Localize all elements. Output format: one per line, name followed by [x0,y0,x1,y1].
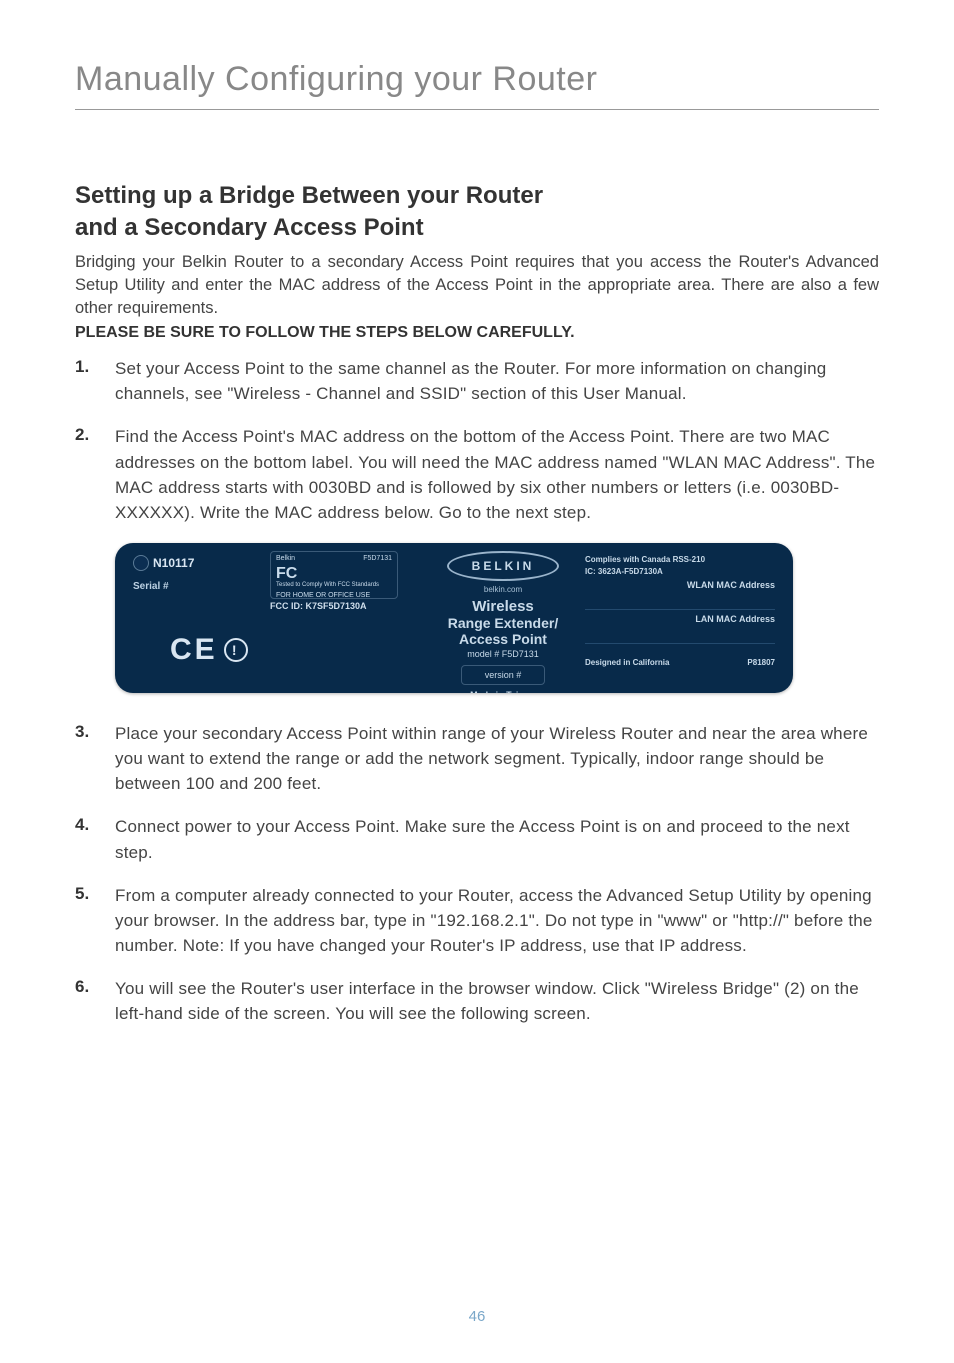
lan-mac-box [585,624,775,644]
step-text: Set your Access Point to the same channe… [115,356,879,406]
step-number: 5. [75,883,115,958]
p-number: P81807 [747,658,775,667]
ce-mark: CE ! [170,633,248,667]
section-emphasis: PLEASE BE SURE TO FOLLOW THE STEPS BELOW… [75,324,879,342]
step-item: 2. Find the Access Point's MAC address o… [75,424,879,525]
wlan-mac-box [585,590,775,610]
designed-in-text: Designed in California [585,658,669,667]
ce-text: CE [170,633,218,667]
step-item: 4. Connect power to your Access Point. M… [75,814,879,864]
serial-label: Serial # [133,581,243,592]
canada-compliance: Complies with Canada RSS-210 [585,555,775,565]
belkin-url: belkin.com [413,585,593,594]
wlan-mac-label: WLAN MAC Address [585,580,775,590]
model-number: model # F5D7131 [413,649,593,659]
page-header-title: Manually Configuring your Router [75,60,879,110]
product-label-figure: N10117 Serial # CE ! Belkin F5D7131 FC T… [115,543,793,693]
access-point-text: Access Point [413,631,593,647]
step-number: 6. [75,976,115,1026]
step-text: Place your secondary Access Point within… [115,721,879,796]
step-number: 3. [75,721,115,796]
step-text: From a computer already connected to you… [115,883,879,958]
step-number: 1. [75,356,115,406]
step-text: Find the Access Point's MAC address on t… [115,424,879,525]
lan-mac-label: LAN MAC Address [585,614,775,624]
section-heading: Setting up a Bridge Between your Router … [75,180,879,245]
step-text: You will see the Router's user interface… [115,976,879,1026]
alert-circle-icon: ! [224,638,248,662]
step-item: 6. You will see the Router's user interf… [75,976,879,1026]
page-number: 46 [0,1308,954,1325]
label-center-column: BELKIN belkin.com Wireless Range Extende… [413,551,593,693]
version-box: version # [461,665,545,685]
wireless-title: Wireless [413,598,593,615]
ic-number: IC: 3623A-F5D7130A [585,567,775,577]
step-text: Connect power to your Access Point. Make… [115,814,879,864]
fc-logo-icon: FC [276,565,297,583]
n-mark-text: N10117 [153,556,194,570]
step-item: 5. From a computer already connected to … [75,883,879,958]
belkin-logo: BELKIN [447,551,559,581]
section-intro: Bridging your Belkin Router to a seconda… [75,251,879,320]
step-number: 4. [75,814,115,864]
steps-top-list: 1. Set your Access Point to the same cha… [75,356,879,525]
label-left-column: N10117 Serial # [133,555,243,592]
steps-bottom-list: 3. Place your secondary Access Point wit… [75,721,879,1027]
fcc-belkin: Belkin [276,555,295,563]
step-item: 3. Place your secondary Access Point wit… [75,721,879,796]
fcc-tested-text: Tested to Comply With FCC Standards [276,582,379,588]
step-number: 2. [75,424,115,525]
range-extender-text: Range Extender/ [413,615,593,631]
fcc-id: FCC ID: K7SF5D7130A [270,601,367,611]
fcc-box: Belkin F5D7131 FC Tested to Comply With … [270,551,398,599]
section-title-line1: Setting up a Bridge Between your Router [75,182,543,209]
made-in-text: Made in Taiwan [413,690,593,693]
label-right-column: Complies with Canada RSS-210 IC: 3623A-F… [585,555,775,667]
fcc-home-office: FOR HOME OR OFFICE USE [276,592,392,600]
n-mark: N10117 [133,555,243,571]
step-item: 1. Set your Access Point to the same cha… [75,356,879,406]
section-title-line2: and a Secondary Access Point [75,214,424,241]
fcc-model: F5D7131 [363,555,392,563]
n-logo-icon [133,555,149,571]
